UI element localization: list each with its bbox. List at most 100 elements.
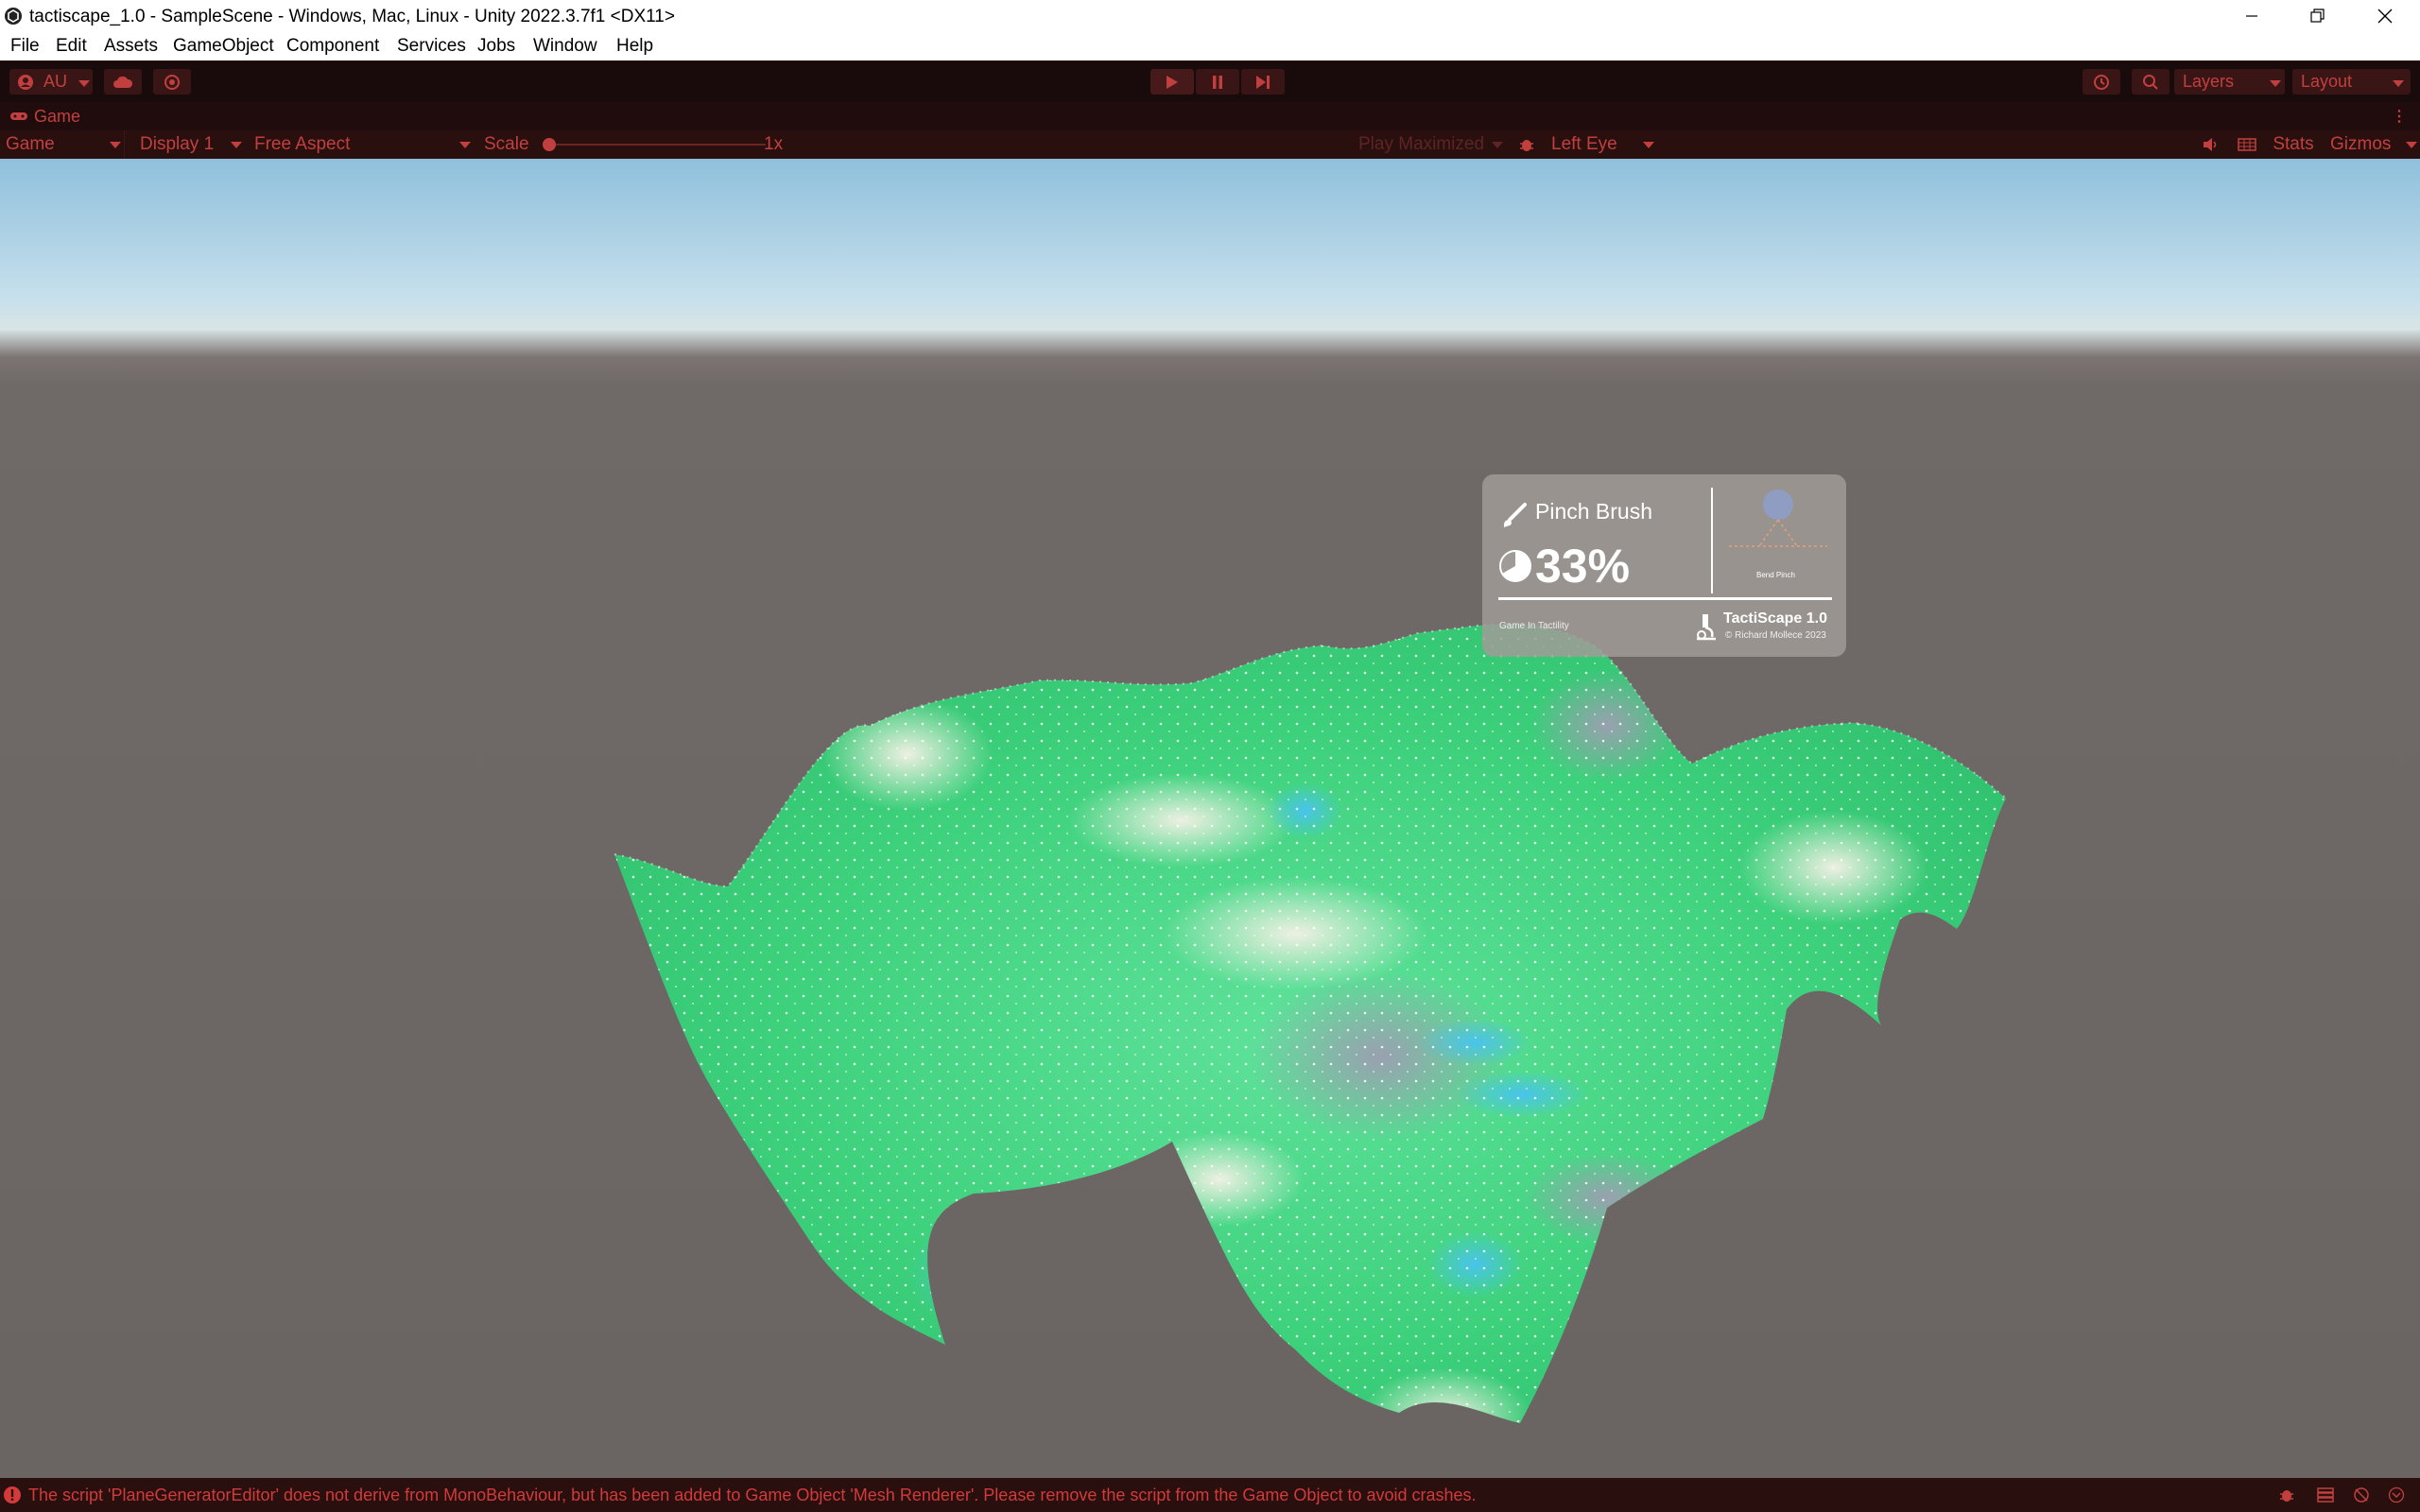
step-icon (1256, 75, 1270, 89)
pressure-pie-icon (1499, 550, 1531, 582)
undo-history-button[interactable] (2083, 69, 2120, 94)
stats-button[interactable]: Stats (2269, 130, 2318, 159)
menu-component[interactable]: Component (286, 36, 379, 57)
cloud-button[interactable] (104, 69, 142, 94)
step-button[interactable] (1241, 69, 1285, 94)
menu-bar: File Edit Assets GameObject Component Se… (0, 32, 2420, 60)
layers-stack-icon[interactable] (2316, 1486, 2335, 1503)
tab-game[interactable]: Game (0, 102, 95, 130)
minimize-icon (2246, 15, 2257, 17)
minimize-button[interactable] (2219, 0, 2285, 32)
aspect-dropdown[interactable]: Free Aspect (248, 130, 475, 159)
maximize-button[interactable] (2285, 0, 2351, 32)
account-label: AU (43, 72, 68, 91)
eye-dropdown[interactable]: Left Eye (1545, 130, 1656, 159)
game-view-toolbar: Game Display 1 Free Aspect Scale 1x Play… (0, 130, 2420, 159)
brush-name: Pinch Brush (1535, 499, 1653, 524)
brush-mode-label: Bend Pinch (1756, 571, 1795, 579)
keyboard-icon (2238, 138, 2256, 151)
pressure-percentage: 33% (1535, 540, 1631, 593)
brush-hud-panel: Pinch Brush 33% Bend Pinch Game In Tacti… (1482, 474, 1846, 657)
menu-assets[interactable]: Assets (104, 36, 158, 57)
menu-file[interactable]: File (10, 36, 40, 57)
console-status-bar[interactable]: The script 'PlaneGeneratorEditor' does n… (0, 1478, 2420, 1512)
search-button[interactable] (2132, 69, 2169, 94)
gamepad-icon (10, 112, 27, 120)
gizmos-dropdown[interactable]: Gizmos (2323, 130, 2420, 159)
pinch-diagram-icon (1729, 490, 1827, 547)
account-caret-icon (78, 80, 90, 87)
scale-slider[interactable]: Scale 1x (484, 130, 786, 159)
hud-vertical-divider (1711, 488, 1713, 593)
grid-button[interactable] (2231, 130, 2263, 159)
hud-horizontal-divider (1498, 597, 1832, 600)
scale-handle[interactable] (543, 138, 556, 151)
menu-window[interactable]: Window (533, 36, 597, 57)
display-label: Display 1 (140, 134, 215, 154)
cloud-icon (113, 76, 133, 88)
aspect-label: Free Aspect (254, 134, 351, 154)
menu-help[interactable]: Help (616, 36, 653, 57)
eye-label: Left Eye (1551, 134, 1617, 154)
hud-caption: Game In Tactility (1499, 621, 1569, 631)
speaker-icon (2204, 138, 2217, 151)
layout-caret-icon (2393, 80, 2404, 87)
scale-label: Scale (484, 134, 529, 154)
gizmos-caret-icon (2406, 142, 2417, 148)
tab-options-icon[interactable]: ⋮ (2392, 107, 2407, 126)
copyright-text: © Richard Mollece 2023 (1725, 630, 1826, 641)
debug-button[interactable] (1511, 130, 1543, 159)
status-message: The script 'PlaneGeneratorEditor' does n… (28, 1486, 1477, 1504)
collab-button[interactable] (153, 69, 191, 94)
debug-bug-icon[interactable] (2278, 1486, 2295, 1503)
audio-mute-button[interactable] (2195, 130, 2227, 159)
close-button[interactable] (2352, 0, 2418, 32)
brush-icon (1503, 503, 1527, 527)
brand-name: TactiScape 1.0 (1723, 610, 1827, 627)
layers-dropdown[interactable]: Layers (2174, 69, 2285, 94)
play-mode-dropdown[interactable]: Play Maximized (1352, 130, 1503, 159)
account-icon (18, 74, 33, 90)
layout-dropdown[interactable]: Layout (2292, 69, 2411, 94)
layers-caret-icon (2270, 80, 2281, 87)
menu-services[interactable]: Services (397, 36, 466, 57)
game-tab-strip: Game ⋮ (0, 102, 2420, 130)
layers-label: Layers (2183, 72, 2235, 91)
layout-label: Layout (2301, 72, 2353, 91)
play-button[interactable] (1150, 69, 1194, 94)
history-icon (2094, 74, 2109, 90)
view-mode-dropdown[interactable]: Game (0, 130, 125, 159)
bug-icon (1520, 140, 1533, 151)
close-icon (2377, 9, 2393, 24)
main-toolbar: AU Layers Layout (0, 60, 2420, 103)
pause-icon (1213, 75, 1222, 89)
display-dropdown[interactable]: Display 1 (132, 130, 246, 159)
search-icon (2143, 74, 2158, 90)
collapse-chevron-icon[interactable] (2388, 1486, 2405, 1503)
menu-gameobject[interactable]: GameObject (173, 36, 274, 57)
menu-edit[interactable]: Edit (56, 36, 87, 57)
account-dropdown[interactable]: AU (9, 69, 93, 94)
view-mode-caret-icon (110, 142, 121, 148)
unity-logo-icon (5, 8, 22, 25)
stats-label: Stats (2273, 134, 2314, 154)
menu-jobs[interactable]: Jobs (477, 36, 515, 57)
eye-caret-icon (1643, 142, 1654, 148)
play-icon (1167, 75, 1178, 89)
gizmos-label: Gizmos (2330, 134, 2392, 154)
scale-track (548, 144, 766, 146)
window-title: tactiscape_1.0 - SampleScene - Windows, … (29, 7, 675, 26)
settings-gear-icon (164, 74, 180, 90)
pause-button[interactable] (1196, 69, 1239, 94)
no-cache-icon[interactable] (2352, 1486, 2371, 1503)
tab-game-label: Game (34, 106, 81, 126)
play-mode-caret-icon (1492, 142, 1503, 148)
game-viewport[interactable]: Pinch Brush 33% Bend Pinch Game In Tacti… (0, 159, 2420, 1478)
play-mode-label: Play Maximized (1358, 134, 1485, 154)
restore-icon (2310, 9, 2325, 23)
display-caret-icon (231, 142, 242, 148)
terrain-mesh (614, 623, 2007, 1423)
scale-value: 1x (764, 134, 784, 154)
error-icon (4, 1486, 21, 1503)
aspect-caret-icon (459, 142, 471, 148)
